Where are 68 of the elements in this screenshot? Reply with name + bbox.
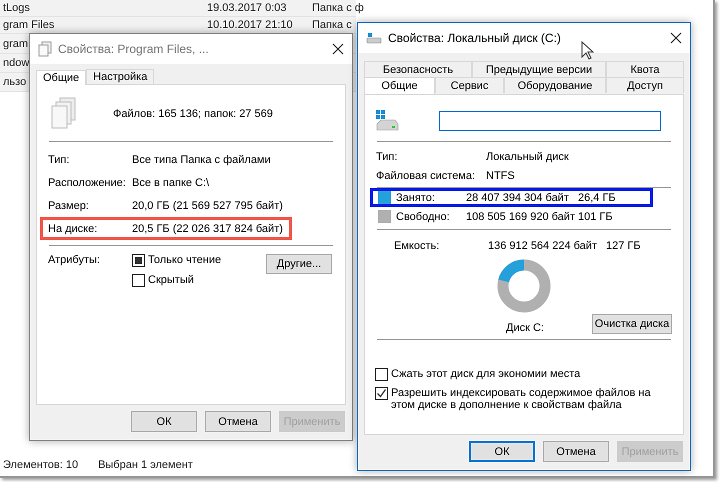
dialog-button[interactable]: Отмена (205, 411, 271, 432)
property-label: Тип: (376, 150, 398, 162)
other-attributes-button[interactable]: Другие... (266, 254, 332, 274)
property-label: На диске: (48, 222, 98, 234)
tab[interactable]: Общие (364, 77, 435, 94)
close-icon[interactable] (670, 32, 682, 44)
usage-bytes: 28 407 394 304 байт (466, 192, 570, 204)
capacity-label: Емкость: (394, 240, 440, 252)
dialog-button[interactable]: Отмена (543, 441, 609, 462)
properties-icon (38, 41, 52, 57)
tab[interactable]: Настройка (86, 69, 154, 84)
close-icon[interactable] (332, 43, 344, 55)
usage-label: Свободно: (396, 210, 451, 222)
files-summary: Файлов: 165 136; папок: 27 569 (113, 108, 273, 120)
window-title: Свойства: Локальный диск (C:) (388, 31, 562, 45)
usage-ring (496, 258, 552, 314)
file-date: 10.10.2017 21:10 (207, 19, 293, 31)
property-label: Размер: (48, 200, 90, 212)
property-label: Тип: (48, 154, 70, 166)
property-label: Расположение: (48, 176, 127, 188)
property-value: NTFS (486, 170, 516, 182)
checkbox[interactable] (375, 368, 388, 381)
disk-cleanup-button[interactable]: Очистка диска (592, 314, 672, 334)
property-value: 20,5 ГБ (22 026 317 824 байт) (132, 222, 284, 234)
dialog-button[interactable]: ОК (469, 441, 535, 462)
drive-icon (366, 32, 382, 44)
file-name[interactable]: gram Files (3, 19, 54, 31)
tab[interactable]: Предыдущие версии (472, 61, 606, 77)
tab[interactable]: Безопасность (364, 61, 472, 77)
capacity-size: 127 ГБ (606, 240, 642, 252)
files-icon (51, 97, 77, 131)
property-label: Файловая система: (376, 170, 476, 182)
capacity-bytes: 136 912 564 224 байт (488, 240, 598, 252)
file-name[interactable]: tLogs (3, 2, 30, 14)
tab[interactable]: Оборудование (504, 77, 606, 93)
file-type: Папка с ф (312, 2, 364, 14)
tab[interactable]: Сервис (435, 77, 504, 93)
checkbox[interactable] (375, 387, 388, 400)
property-value: Все типа Папка с файлами (132, 154, 272, 166)
usage-label: Занято: (396, 192, 436, 204)
property-value: 20,0 ГБ (21 569 527 795 байт) (132, 200, 284, 212)
checkbox-label[interactable]: Скрытый (148, 274, 194, 286)
window-title: Свойства: Program Files, ... (58, 42, 210, 56)
checkbox-label[interactable]: Разрешить индексировать содержимое файлов на этом диске в дополнение к свойствам файла (391, 387, 661, 411)
usage-size: 101 ГБ (578, 210, 614, 222)
checkbox[interactable] (132, 254, 145, 267)
file-name[interactable]: gram (3, 38, 28, 50)
drive-label: Диск C: (506, 322, 544, 334)
drive-name-field[interactable] (439, 111, 661, 131)
tab[interactable]: Общие (36, 70, 86, 85)
usage-size: 26,4 ГБ (578, 192, 617, 204)
checkbox-label[interactable]: Сжать этот диск для экономии места (391, 368, 661, 380)
file-name[interactable]: льзо (3, 76, 26, 88)
drive-icon (375, 109, 399, 133)
attributes-label: Атрибуты: (48, 254, 101, 268)
file-name[interactable]: ndow (3, 57, 30, 69)
tab[interactable]: Доступ (606, 77, 684, 93)
file-date: 19.03.2017 0:03 (207, 2, 287, 14)
status-text: Выбран 1 элемент (98, 458, 193, 470)
file-type: Папка с (312, 19, 352, 31)
checkbox[interactable] (132, 274, 145, 287)
status-text: Элементов: 10 (3, 458, 78, 470)
tab[interactable]: Квота (606, 61, 684, 77)
usage-bytes: 108 505 169 920 байт (466, 210, 576, 222)
property-value: Локальный диск (486, 150, 570, 162)
dialog-button[interactable]: ОК (131, 411, 197, 432)
property-value: Все в папке C:\ (132, 176, 210, 188)
checkbox-label[interactable]: Только чтение (148, 254, 222, 266)
